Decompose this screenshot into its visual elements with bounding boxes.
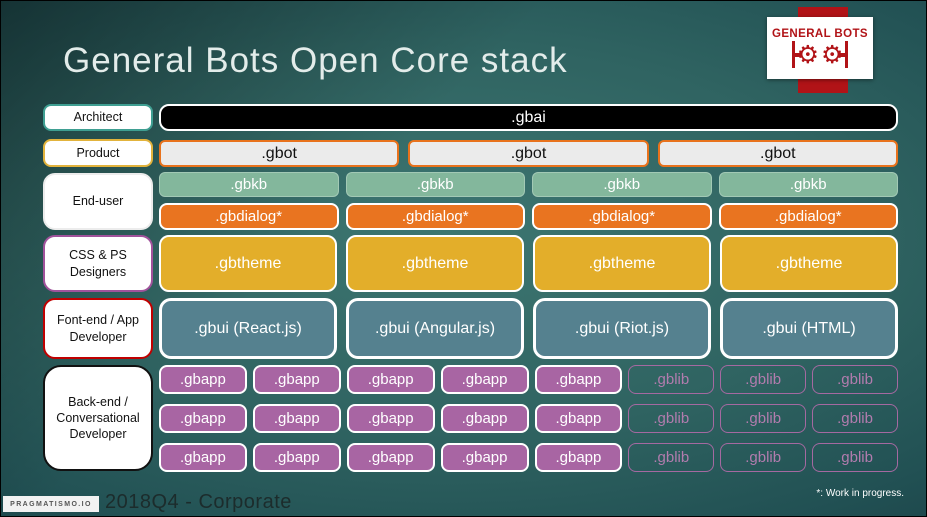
gbui-riot-block: .gbui (Riot.js) — [533, 298, 711, 359]
gbui-angular-block: .gbui (Angular.js) — [346, 298, 524, 359]
backend-row-1: .gbapp .gbapp .gbapp .gbapp .gbapp .gbli… — [159, 365, 898, 394]
gbot-block: .gbot — [657, 140, 898, 167]
gbkb-block: .gbkb — [532, 172, 712, 197]
gblib-block: .gblib — [812, 365, 898, 394]
label-text: Architect — [73, 110, 123, 125]
gbui-html-block: .gbui (HTML) — [720, 298, 898, 359]
gbapp-block: .gbapp — [346, 443, 435, 472]
gbapp-block: .gbapp — [440, 404, 529, 433]
gbdialog-block: .gbdialog* — [532, 203, 712, 230]
gblib-block: .gblib — [720, 404, 807, 433]
label-product: Product — [43, 139, 153, 167]
gbapp-block: .gbapp — [346, 404, 435, 433]
gbapp-block: .gbapp — [159, 365, 247, 394]
gbai-row: .gbai — [159, 104, 898, 131]
gbapp-block: .gbapp — [534, 404, 623, 433]
label-frontend-app-developer: Font-end / App Developer — [43, 298, 153, 359]
general-bots-logo: GENERAL BOTS ⚙ ⚙ — [767, 17, 873, 79]
backend-row-2: .gbapp .gbapp .gbapp .gbapp .gbapp .gbli… — [159, 404, 898, 433]
label-text: Product — [76, 145, 120, 160]
gbdialog-block: .gbdialog* — [345, 203, 525, 230]
gblib-block: .gblib — [628, 443, 715, 472]
gbapp-block: .gbapp — [440, 365, 529, 394]
gbapp-block: .gbapp — [440, 443, 529, 472]
gbdialog-block: .gbdialog* — [718, 203, 898, 230]
gblib-block: .gblib — [720, 443, 807, 472]
label-architect: Architect — [43, 104, 153, 131]
gbdialog-row: .gbdialog* .gbdialog* .gbdialog* .gbdial… — [159, 203, 898, 230]
gbapp-block: .gbapp — [252, 365, 341, 394]
label-backend-conversational-developer: Back-end / Conversational Developer — [43, 365, 153, 471]
gbot-block: .gbot — [408, 140, 649, 167]
gbapp-block: .gbapp — [159, 443, 247, 472]
slide: General Bots Open Core stack GENERAL BOT… — [0, 0, 927, 517]
gbui-react-block: .gbui (React.js) — [159, 298, 337, 359]
gears-icon: ⚙ ⚙ — [791, 41, 849, 68]
gbapp-block: .gbapp — [252, 443, 341, 472]
left-bar-icon — [791, 41, 801, 68]
gbapp-block: .gbapp — [534, 443, 623, 472]
gbui-row: .gbui (React.js) .gbui (Angular.js) .gbu… — [159, 298, 898, 359]
gblib-block: .gblib — [628, 365, 715, 394]
gbapp-block: .gbapp — [346, 365, 435, 394]
gblib-block: .gblib — [812, 404, 898, 433]
gbkb-row: .gbkb .gbkb .gbkb .gbkb — [159, 172, 898, 197]
gblib-block: .gblib — [720, 365, 807, 394]
right-bar-icon — [839, 41, 849, 68]
gblib-block: .gblib — [812, 443, 898, 472]
gbkb-block: .gbkb — [345, 172, 525, 197]
gbapp-block: .gbapp — [534, 365, 623, 394]
gbtheme-block: .gbtheme — [159, 235, 337, 292]
backend-row-3: .gbapp .gbapp .gbapp .gbapp .gbapp .gbli… — [159, 443, 898, 472]
gbapp-block: .gbapp — [252, 404, 341, 433]
label-end-user: End-user — [43, 173, 153, 230]
gbtheme-block: .gbtheme — [720, 235, 898, 292]
label-text: End-user — [72, 194, 124, 209]
footer-caption: 2018Q4 - Corporate — [105, 491, 292, 513]
gbai-bar: .gbai — [159, 104, 898, 131]
label-text: Font-end / App Developer — [56, 313, 139, 344]
label-css-ps-designers: CSS & PS Designers — [43, 235, 153, 292]
gbapp-block: .gbapp — [159, 404, 247, 433]
pragmatismo-brand-badge: PRAGMATISMO.IO — [3, 496, 99, 512]
gbkb-block: .gbkb — [718, 172, 898, 197]
brand-name: GENERAL BOTS — [772, 28, 868, 40]
work-in-progress-note: *: Work in progress. — [816, 488, 904, 499]
page-title: General Bots Open Core stack — [63, 41, 568, 80]
label-text: CSS & PS Designers — [69, 248, 127, 279]
gblib-block: .gblib — [628, 404, 715, 433]
gbot-row: .gbot .gbot .gbot — [159, 140, 898, 167]
gbtheme-block: .gbtheme — [346, 235, 524, 292]
label-text: Back-end / Conversational Developer — [56, 394, 140, 442]
gbtheme-row: .gbtheme .gbtheme .gbtheme .gbtheme — [159, 235, 898, 292]
gbkb-block: .gbkb — [159, 172, 339, 197]
gbtheme-block: .gbtheme — [533, 235, 711, 292]
gbot-block: .gbot — [159, 140, 400, 167]
gbdialog-block: .gbdialog* — [159, 203, 339, 230]
